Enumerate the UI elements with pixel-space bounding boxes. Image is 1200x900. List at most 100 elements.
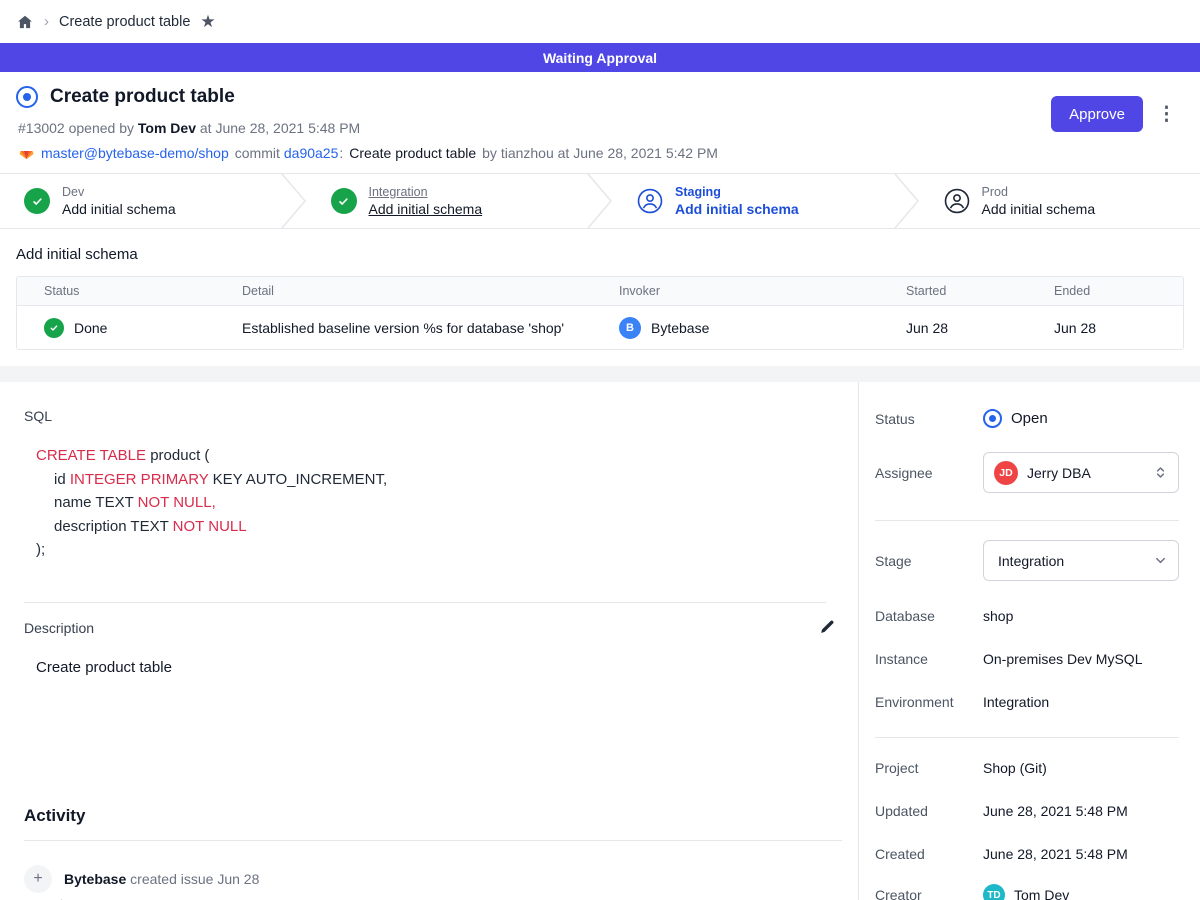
more-actions-icon[interactable]: ⋮ bbox=[1157, 105, 1176, 124]
assignee-value: Jerry DBA bbox=[1027, 465, 1144, 481]
stage-done-icon bbox=[331, 188, 357, 214]
pipeline-stages: Dev Add initial schema Integration Add i… bbox=[0, 173, 1200, 229]
stage-value: Integration bbox=[994, 553, 1144, 569]
col-header-started: Started bbox=[890, 284, 1038, 298]
assignee-label: Assignee bbox=[873, 465, 983, 481]
created-label: Created bbox=[873, 846, 983, 862]
assignee-avatar: JD bbox=[994, 461, 1018, 485]
git-commit-word: commit bbox=[235, 145, 280, 161]
stage-pending-approval-icon bbox=[637, 188, 663, 214]
approval-banner-text: Waiting Approval bbox=[543, 50, 657, 66]
updated-label: Updated bbox=[873, 803, 983, 819]
approve-button[interactable]: Approve bbox=[1051, 96, 1143, 132]
git-commit-line: master@bytebase-demo/shop commit da90a25… bbox=[18, 145, 1176, 161]
sql-statement: CREATE TABLE product ( id INTEGER PRIMAR… bbox=[24, 444, 842, 562]
task-invoker-text: Bytebase bbox=[651, 320, 709, 336]
stage-separator bbox=[894, 174, 920, 228]
edit-description-icon[interactable] bbox=[818, 619, 836, 637]
col-header-ended: Ended bbox=[1038, 284, 1183, 298]
instance-value[interactable]: On-premises Dev MySQL bbox=[983, 651, 1142, 667]
pipeline-stage-integration[interactable]: Integration Add initial schema bbox=[307, 174, 588, 228]
stage-pending-icon bbox=[944, 188, 970, 214]
col-header-invoker: Invoker bbox=[603, 284, 890, 298]
issue-author[interactable]: Tom Dev bbox=[138, 120, 196, 136]
activity-action: created issue Jun 28 bbox=[130, 871, 259, 887]
git-commit-suffix: by tianzhou at June 28, 2021 5:42 PM bbox=[482, 145, 718, 161]
stage-label: Stage bbox=[873, 553, 983, 569]
task-section-title: Add initial schema bbox=[16, 246, 1184, 263]
breadcrumb-title[interactable]: Create product table bbox=[59, 14, 190, 30]
breadcrumb: › Create product table ★ bbox=[0, 0, 1200, 43]
pipeline-stage-staging[interactable]: Staging Add initial schema bbox=[613, 174, 894, 228]
git-branch-link[interactable]: master@bytebase-demo/shop bbox=[41, 145, 229, 161]
sql-label: SQL bbox=[24, 408, 842, 424]
stage-task-label: Add initial schema bbox=[675, 201, 799, 217]
bytebase-avatar: B bbox=[619, 317, 641, 339]
stage-task-label: Add initial schema bbox=[369, 201, 483, 217]
section-divider-band bbox=[0, 366, 1200, 382]
git-commit-message: Create product table bbox=[349, 145, 476, 161]
stage-env-label: Integration bbox=[369, 185, 483, 199]
issue-header: Create product table #13002 opened by To… bbox=[0, 72, 1200, 173]
stage-done-icon bbox=[24, 188, 50, 214]
stage-env-label: Dev bbox=[62, 185, 176, 199]
updated-value: June 28, 2021 5:48 PM bbox=[983, 803, 1128, 819]
bytebase-issue-page: › Create product table ★ Waiting Approva… bbox=[0, 0, 1200, 900]
stage-task-label: Add initial schema bbox=[982, 201, 1096, 217]
task-invoker-cell: B Bytebase bbox=[603, 317, 890, 339]
database-value[interactable]: shop bbox=[983, 608, 1013, 624]
issue-meta-prefix: #13002 opened by bbox=[18, 120, 134, 136]
creator-label: Creator bbox=[873, 887, 983, 900]
creator-avatar: TD bbox=[983, 884, 1005, 900]
divider bbox=[875, 737, 1179, 738]
status-value: Open bbox=[1011, 410, 1048, 427]
task-started-cell: Jun 28 bbox=[890, 320, 1038, 336]
environment-value[interactable]: Integration bbox=[983, 694, 1049, 710]
issue-detail-main: SQL CREATE TABLE product ( id INTEGER PR… bbox=[0, 382, 858, 900]
task-table: Status Detail Invoker Started Ended Done… bbox=[16, 276, 1184, 350]
task-status-text: Done bbox=[74, 320, 107, 336]
pipeline-stage-prod[interactable]: Prod Add initial schema bbox=[920, 174, 1200, 228]
col-header-status: Status bbox=[17, 284, 226, 298]
description-content: Create product table bbox=[36, 659, 842, 676]
task-detail-cell: Established baseline version %s for data… bbox=[226, 320, 603, 336]
project-label: Project bbox=[873, 760, 983, 776]
star-icon[interactable]: ★ bbox=[200, 13, 215, 30]
home-icon[interactable] bbox=[16, 13, 34, 31]
issue-open-icon bbox=[16, 86, 38, 108]
status-label: Status bbox=[873, 411, 983, 427]
git-colon: : bbox=[339, 145, 343, 161]
activity-title: Activity bbox=[24, 806, 842, 826]
pipeline-stage-dev[interactable]: Dev Add initial schema bbox=[0, 174, 281, 228]
task-table-header: Status Detail Invoker Started Ended bbox=[17, 277, 1183, 306]
project-value[interactable]: Shop (Git) bbox=[983, 760, 1047, 776]
stage-select[interactable]: Integration bbox=[983, 540, 1179, 581]
stage-env-label: Prod bbox=[982, 185, 1096, 199]
instance-label: Instance bbox=[873, 651, 983, 667]
activity-item: + Bytebase created issue Jun 28 bbox=[24, 865, 842, 893]
divider bbox=[875, 520, 1179, 521]
activity-text: Bytebase created issue Jun 28 bbox=[64, 871, 259, 887]
assignee-select[interactable]: JD Jerry DBA bbox=[983, 452, 1179, 493]
sql-line: description TEXT NOT NULL bbox=[24, 515, 842, 539]
stage-separator bbox=[587, 174, 613, 228]
stage-task-label: Add initial schema bbox=[62, 201, 176, 217]
col-header-detail: Detail bbox=[226, 284, 603, 298]
issue-title: Create product table bbox=[50, 86, 235, 108]
creator-value[interactable]: Tom Dev bbox=[1014, 887, 1069, 900]
status-open-icon bbox=[983, 409, 1002, 428]
sql-line: id INTEGER PRIMARY KEY AUTO_INCREMENT, bbox=[24, 468, 842, 492]
description-label: Description bbox=[24, 620, 94, 636]
approval-banner: Waiting Approval bbox=[0, 43, 1200, 72]
done-check-icon bbox=[44, 318, 64, 338]
issue-meta: #13002 opened by Tom Dev at June 28, 202… bbox=[18, 120, 1176, 136]
sql-line: name TEXT NOT NULL, bbox=[24, 491, 842, 515]
table-row[interactable]: Done Established baseline version %s for… bbox=[17, 306, 1183, 349]
git-commit-hash-link[interactable]: da90a25 bbox=[284, 145, 339, 161]
database-label: Database bbox=[873, 608, 983, 624]
divider bbox=[24, 840, 842, 841]
plus-icon: + bbox=[24, 865, 52, 893]
task-section: Add initial schema Status Detail Invoker… bbox=[0, 229, 1200, 366]
issue-meta-suffix: at June 28, 2021 5:48 PM bbox=[200, 120, 360, 136]
chevron-down-icon bbox=[1153, 553, 1168, 568]
